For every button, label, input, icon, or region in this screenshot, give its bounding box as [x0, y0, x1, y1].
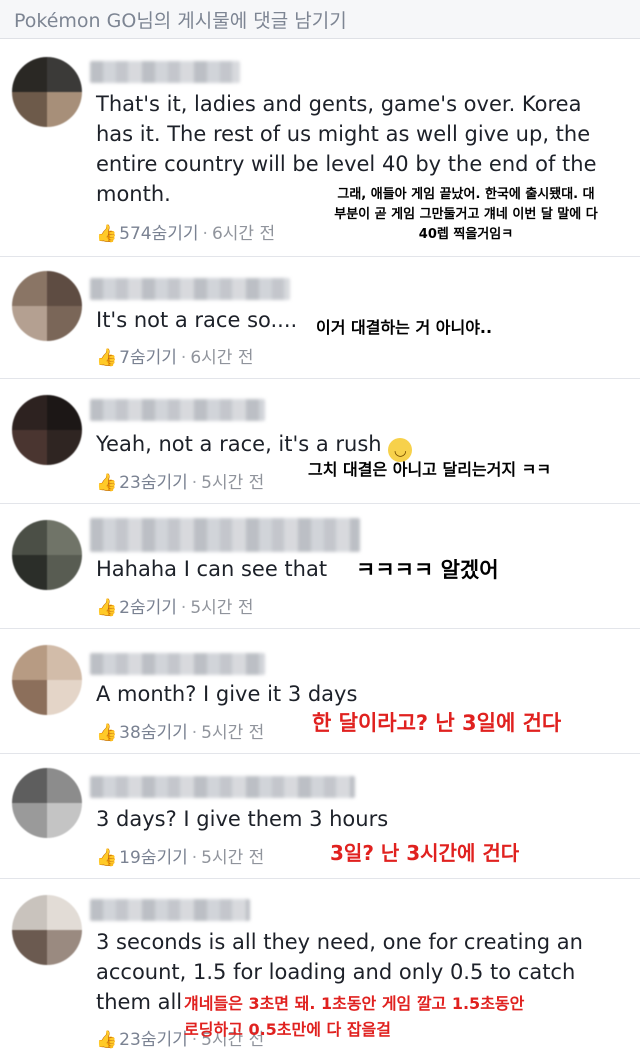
like-count: 23: [119, 1030, 141, 1050]
timestamp[interactable]: 6시간 전: [190, 348, 253, 368]
comment-item: That's it, ladies and gents, game's over…: [0, 39, 640, 257]
hide-link[interactable]: 숨기기: [130, 598, 177, 618]
comment-text-body: Yeah, not a race, it's a rush: [96, 432, 382, 456]
page-header: Pokémon GO님의 게시물에 댓글 남기기: [0, 0, 640, 39]
like-count: 7: [119, 348, 130, 368]
avatar[interactable]: [12, 520, 82, 590]
translation-caption: 그치 대결은 아니고 달리는거지 ㅋㅋ: [308, 460, 552, 479]
thumbs-up-icon[interactable]: 👍: [96, 1030, 117, 1050]
separator: ·: [191, 473, 198, 493]
timestamp[interactable]: 5시간 전: [190, 598, 253, 618]
comment-meta: 👍 23숨기기 · 5시간 전: [96, 468, 264, 493]
separator: ·: [180, 348, 187, 368]
comment-text: Hahaha I can see that: [96, 557, 328, 581]
comment-meta: 👍 38숨기기 · 5시간 전: [96, 718, 264, 743]
thumbs-up-icon[interactable]: 👍: [96, 224, 117, 244]
like-count: 23: [119, 473, 141, 493]
comment-item: It's not a race so.... 👍 7숨기기 · 6시간 전 이거 대결…: [0, 257, 640, 379]
thumbs-up-icon[interactable]: 👍: [96, 848, 117, 868]
translation-caption: 한 달이라고? 난 3일에 건다: [312, 711, 562, 735]
hide-link[interactable]: 숨기기: [141, 723, 188, 743]
separator: ·: [202, 224, 208, 244]
separator: ·: [191, 723, 198, 743]
avatar[interactable]: [12, 895, 82, 965]
comment-meta: 👍 7숨기기 · 6시간 전: [96, 343, 253, 368]
timestamp[interactable]: 5시간 전: [201, 473, 264, 493]
translation-caption: ㅋㅋㅋㅋ 알겠어: [356, 558, 499, 582]
hide-link[interactable]: 숨기기: [130, 348, 177, 368]
commenter-name[interactable]: [90, 653, 265, 675]
hide-link[interactable]: 숨기기: [141, 1030, 188, 1050]
translation-caption: 그래, 애들아 게임 끝났어. 한국에 출시됐대. 대 부분이 곧 게임 그만둘…: [334, 187, 598, 242]
comment-item: A month? I give it 3 days 👍 38숨기기 · 5시간 전 한…: [0, 629, 640, 754]
comment-text: It's not a race so....: [96, 308, 298, 332]
like-count: 2: [119, 598, 130, 618]
thumbs-up-icon[interactable]: 👍: [96, 598, 117, 618]
comment-item: 3 seconds is all they need, one for crea…: [0, 879, 640, 1056]
thumbs-up-icon[interactable]: 👍: [96, 723, 117, 743]
avatar[interactable]: [12, 645, 82, 715]
separator: ·: [180, 598, 187, 618]
avatar[interactable]: [12, 395, 82, 465]
hide-link[interactable]: 숨기기: [152, 224, 199, 244]
translation-caption: 3일? 난 3시간에 건다: [330, 841, 520, 865]
avatar[interactable]: [12, 768, 82, 838]
thumbs-up-icon[interactable]: 👍: [96, 348, 117, 368]
avatar[interactable]: [12, 271, 82, 341]
like-count: 574: [119, 224, 152, 244]
comment-meta: 👍 2숨기기 · 5시간 전: [96, 593, 253, 618]
thumbs-up-icon[interactable]: 👍: [96, 473, 117, 493]
commenter-name[interactable]: [90, 518, 360, 552]
commenter-name[interactable]: [90, 776, 355, 798]
commenter-name[interactable]: [90, 399, 265, 421]
page-title: Pokémon GO님의 게시물에 댓글 남기기: [14, 10, 347, 32]
timestamp[interactable]: 5시간 전: [201, 723, 264, 743]
translation-caption: 이거 대결하는 거 아니야..: [316, 318, 493, 337]
commenter-name[interactable]: [90, 278, 290, 300]
separator: ·: [191, 848, 198, 868]
hide-link[interactable]: 숨기기: [141, 848, 188, 868]
comment-text: Yeah, not a race, it's a rush ◡: [96, 429, 413, 462]
comment-text: 3 days? I give them 3 hours: [96, 807, 389, 831]
timestamp[interactable]: 6시간 전: [212, 224, 275, 244]
like-count: 38: [119, 723, 141, 743]
comment-text: A month? I give it 3 days: [96, 682, 358, 706]
like-count: 19: [119, 848, 141, 868]
commenter-name[interactable]: [90, 61, 240, 83]
translation-caption: 걔네들은 3초면 돼. 1초동안 게임 깔고 1.5초동안 로딩하고 0.5초만…: [184, 994, 525, 1039]
comment-item: Hahaha I can see that 👍 2숨기기 · 5시간 전 ㅋㅋㅋㅋ 알…: [0, 504, 640, 629]
timestamp[interactable]: 5시간 전: [201, 848, 264, 868]
commenter-name[interactable]: [90, 899, 250, 921]
comment-item: Yeah, not a race, it's a rush ◡ 👍 23숨기기 · 5…: [0, 379, 640, 504]
comment-item: 3 days? I give them 3 hours 👍 19숨기기 · 5시간 전…: [0, 754, 640, 879]
comment-meta: 👍 19숨기기 · 5시간 전: [96, 843, 264, 868]
avatar[interactable]: [12, 57, 82, 127]
hide-link[interactable]: 숨기기: [141, 473, 188, 493]
comment-meta: 👍 574숨기기 · 6시간 전: [96, 219, 275, 244]
